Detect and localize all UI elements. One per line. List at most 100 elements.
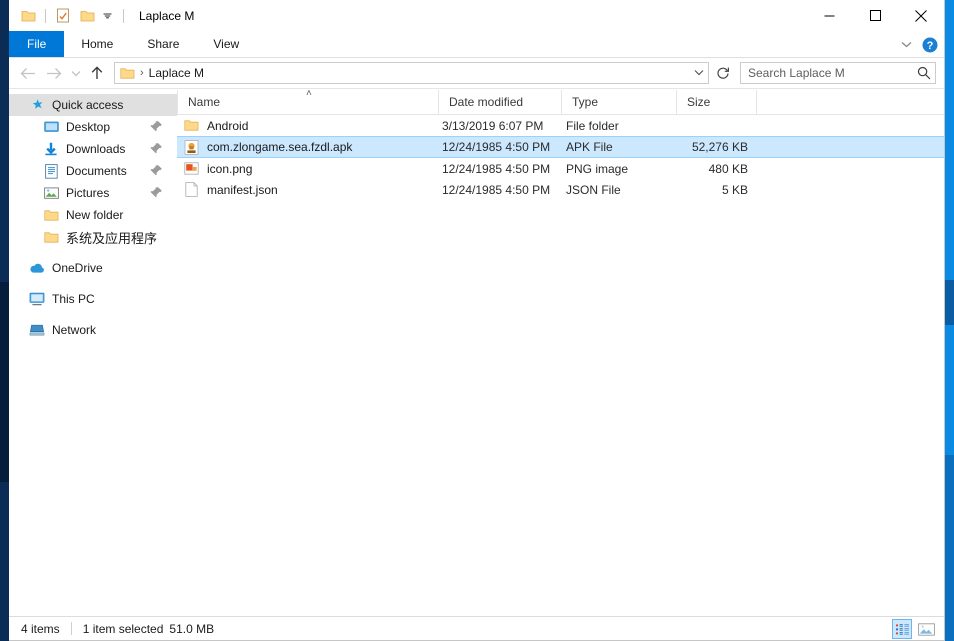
pin-icon[interactable] <box>150 186 163 202</box>
file-date: 12/24/1985 4:50 PM <box>442 140 551 154</box>
file-size: 5 KB <box>721 182 748 197</box>
large-icons-view-button[interactable] <box>916 619 936 639</box>
file-type: JSON File <box>566 182 621 197</box>
sidebar-item-label: Documents <box>66 164 127 178</box>
breadcrumb-path[interactable]: Laplace M <box>149 66 204 80</box>
folder-icon <box>183 118 199 134</box>
documents-icon <box>43 163 59 179</box>
file-date: 12/24/1985 4:50 PM <box>442 161 551 176</box>
up-button[interactable] <box>84 60 110 86</box>
search-icon[interactable] <box>917 66 931 80</box>
sidebar-item-label: Downloads <box>66 142 126 156</box>
network-icon <box>29 322 45 338</box>
sidebar-item-new-folder[interactable]: New folder <box>9 204 177 226</box>
breadcrumb[interactable]: › Laplace M <box>114 62 709 84</box>
maximize-button[interactable] <box>852 0 898 31</box>
tab-home[interactable]: Home <box>64 31 130 57</box>
sidebar-item-system-apps[interactable]: 系统及应用程序 <box>9 226 177 248</box>
status-selection-size: 51.0 MB <box>169 621 215 636</box>
column-header-spacer <box>756 90 944 114</box>
window-title: Laplace M <box>139 8 195 23</box>
file-explorer-window: Laplace M File Home Share View ? › Lapla… <box>9 0 945 641</box>
file-name: icon.png <box>207 161 253 176</box>
status-bar: 4 items 1 item selected 51.0 MB <box>9 616 944 640</box>
table-row[interactable]: Android 3/13/2019 6:07 PM File folder <box>177 115 944 136</box>
sidebar-item-this-pc[interactable]: This PC <box>9 288 177 310</box>
chevron-down-icon[interactable] <box>901 41 912 48</box>
qat-separator <box>45 8 46 23</box>
pin-icon[interactable] <box>150 142 163 158</box>
forward-button[interactable] <box>41 60 67 86</box>
column-header-name[interactable]: Name <box>177 90 438 114</box>
desktop-icon <box>43 119 59 135</box>
pictures-icon <box>43 185 59 201</box>
close-button[interactable] <box>898 0 944 31</box>
tab-share[interactable]: Share <box>130 31 196 57</box>
file-size: 52,276 KB <box>691 140 748 154</box>
chevron-down-icon[interactable] <box>694 68 704 79</box>
view-mode-buttons <box>892 619 936 639</box>
file-name: com.zlongame.sea.fzdl.apk <box>207 140 353 154</box>
sidebar-item-label: 系统及应用程序 <box>66 230 158 246</box>
pin-icon[interactable] <box>150 120 163 136</box>
properties-icon[interactable] <box>53 6 73 26</box>
file-name-cell: com.zlongame.sea.fzdl.apk <box>177 137 438 157</box>
tab-file[interactable]: File <box>9 31 65 57</box>
table-row[interactable]: manifest.json 12/24/1985 4:50 PM JSON Fi… <box>177 179 944 200</box>
title-bar: Laplace M <box>9 0 944 31</box>
sidebar-item-onedrive[interactable]: OneDrive <box>9 257 177 279</box>
onedrive-icon <box>29 260 45 276</box>
address-bar: › Laplace M Search Laplace M <box>9 58 944 88</box>
recent-locations-button[interactable] <box>67 60 84 86</box>
details-view-button[interactable] <box>892 619 912 639</box>
sidebar-item-pictures[interactable]: Pictures <box>9 182 177 204</box>
chevron-down-icon[interactable] <box>97 6 117 26</box>
help-icon[interactable]: ? <box>922 37 938 53</box>
this-pc-icon <box>29 291 45 307</box>
search-placeholder: Search Laplace M <box>748 66 845 80</box>
search-input[interactable]: Search Laplace M <box>740 62 936 84</box>
sidebar-item-label: Quick access <box>52 98 124 112</box>
tab-view[interactable]: View <box>196 31 256 57</box>
column-header-type[interactable]: Type <box>561 90 676 114</box>
folder-icon <box>43 229 59 245</box>
column-header-date-modified[interactable]: Date modified <box>438 90 561 114</box>
table-row[interactable]: com.zlongame.sea.fzdl.apk 12/24/1985 4:5… <box>177 136 944 158</box>
sidebar-item-network[interactable]: Network <box>9 319 177 341</box>
pin-icon[interactable] <box>150 164 163 180</box>
column-headers: ˄ Name Date modified Type Size <box>177 89 944 115</box>
sidebar-item-quick-access[interactable]: Quick access <box>9 94 177 116</box>
file-name: manifest.json <box>207 182 278 197</box>
file-name-cell: icon.png <box>177 158 438 179</box>
sidebar-item-downloads[interactable]: Downloads <box>9 138 177 160</box>
file-name-cell: manifest.json <box>177 179 438 200</box>
status-separator <box>70 622 72 635</box>
column-header-size[interactable]: Size <box>676 90 756 114</box>
downloads-icon <box>43 141 59 157</box>
back-button[interactable] <box>15 60 41 86</box>
window-controls <box>806 0 944 31</box>
title-separator <box>123 8 124 23</box>
folder-icon[interactable] <box>18 6 38 26</box>
new-folder-icon[interactable] <box>77 6 97 26</box>
file-date: 12/24/1985 4:50 PM <box>442 182 551 197</box>
file-date: 3/13/2019 6:07 PM <box>442 118 544 133</box>
ribbon-right-controls: ? <box>901 31 938 58</box>
file-size <box>676 115 756 136</box>
quick-access-toolbar: Laplace M <box>9 6 194 26</box>
sidebar-item-desktop[interactable]: Desktop <box>9 116 177 138</box>
svg-text:?: ? <box>927 40 934 52</box>
sidebar-item-label: New folder <box>66 208 124 222</box>
folder-icon <box>43 207 59 223</box>
file-list-pane: ˄ Name Date modified Type Size Android 3… <box>177 89 944 616</box>
refresh-icon[interactable] <box>712 62 734 84</box>
status-item-count: 4 items <box>21 621 60 636</box>
sidebar-item-documents[interactable]: Documents <box>9 160 177 182</box>
breadcrumb-separator: › <box>140 67 144 79</box>
apk-file-icon <box>183 139 199 155</box>
file-name-cell: Android <box>177 115 438 136</box>
file-rows: Android 3/13/2019 6:07 PM File folder co… <box>177 115 944 616</box>
sidebar-item-label: Desktop <box>66 120 111 134</box>
table-row[interactable]: icon.png 12/24/1985 4:50 PM PNG image 48… <box>177 158 944 179</box>
minimize-button[interactable] <box>806 0 852 31</box>
